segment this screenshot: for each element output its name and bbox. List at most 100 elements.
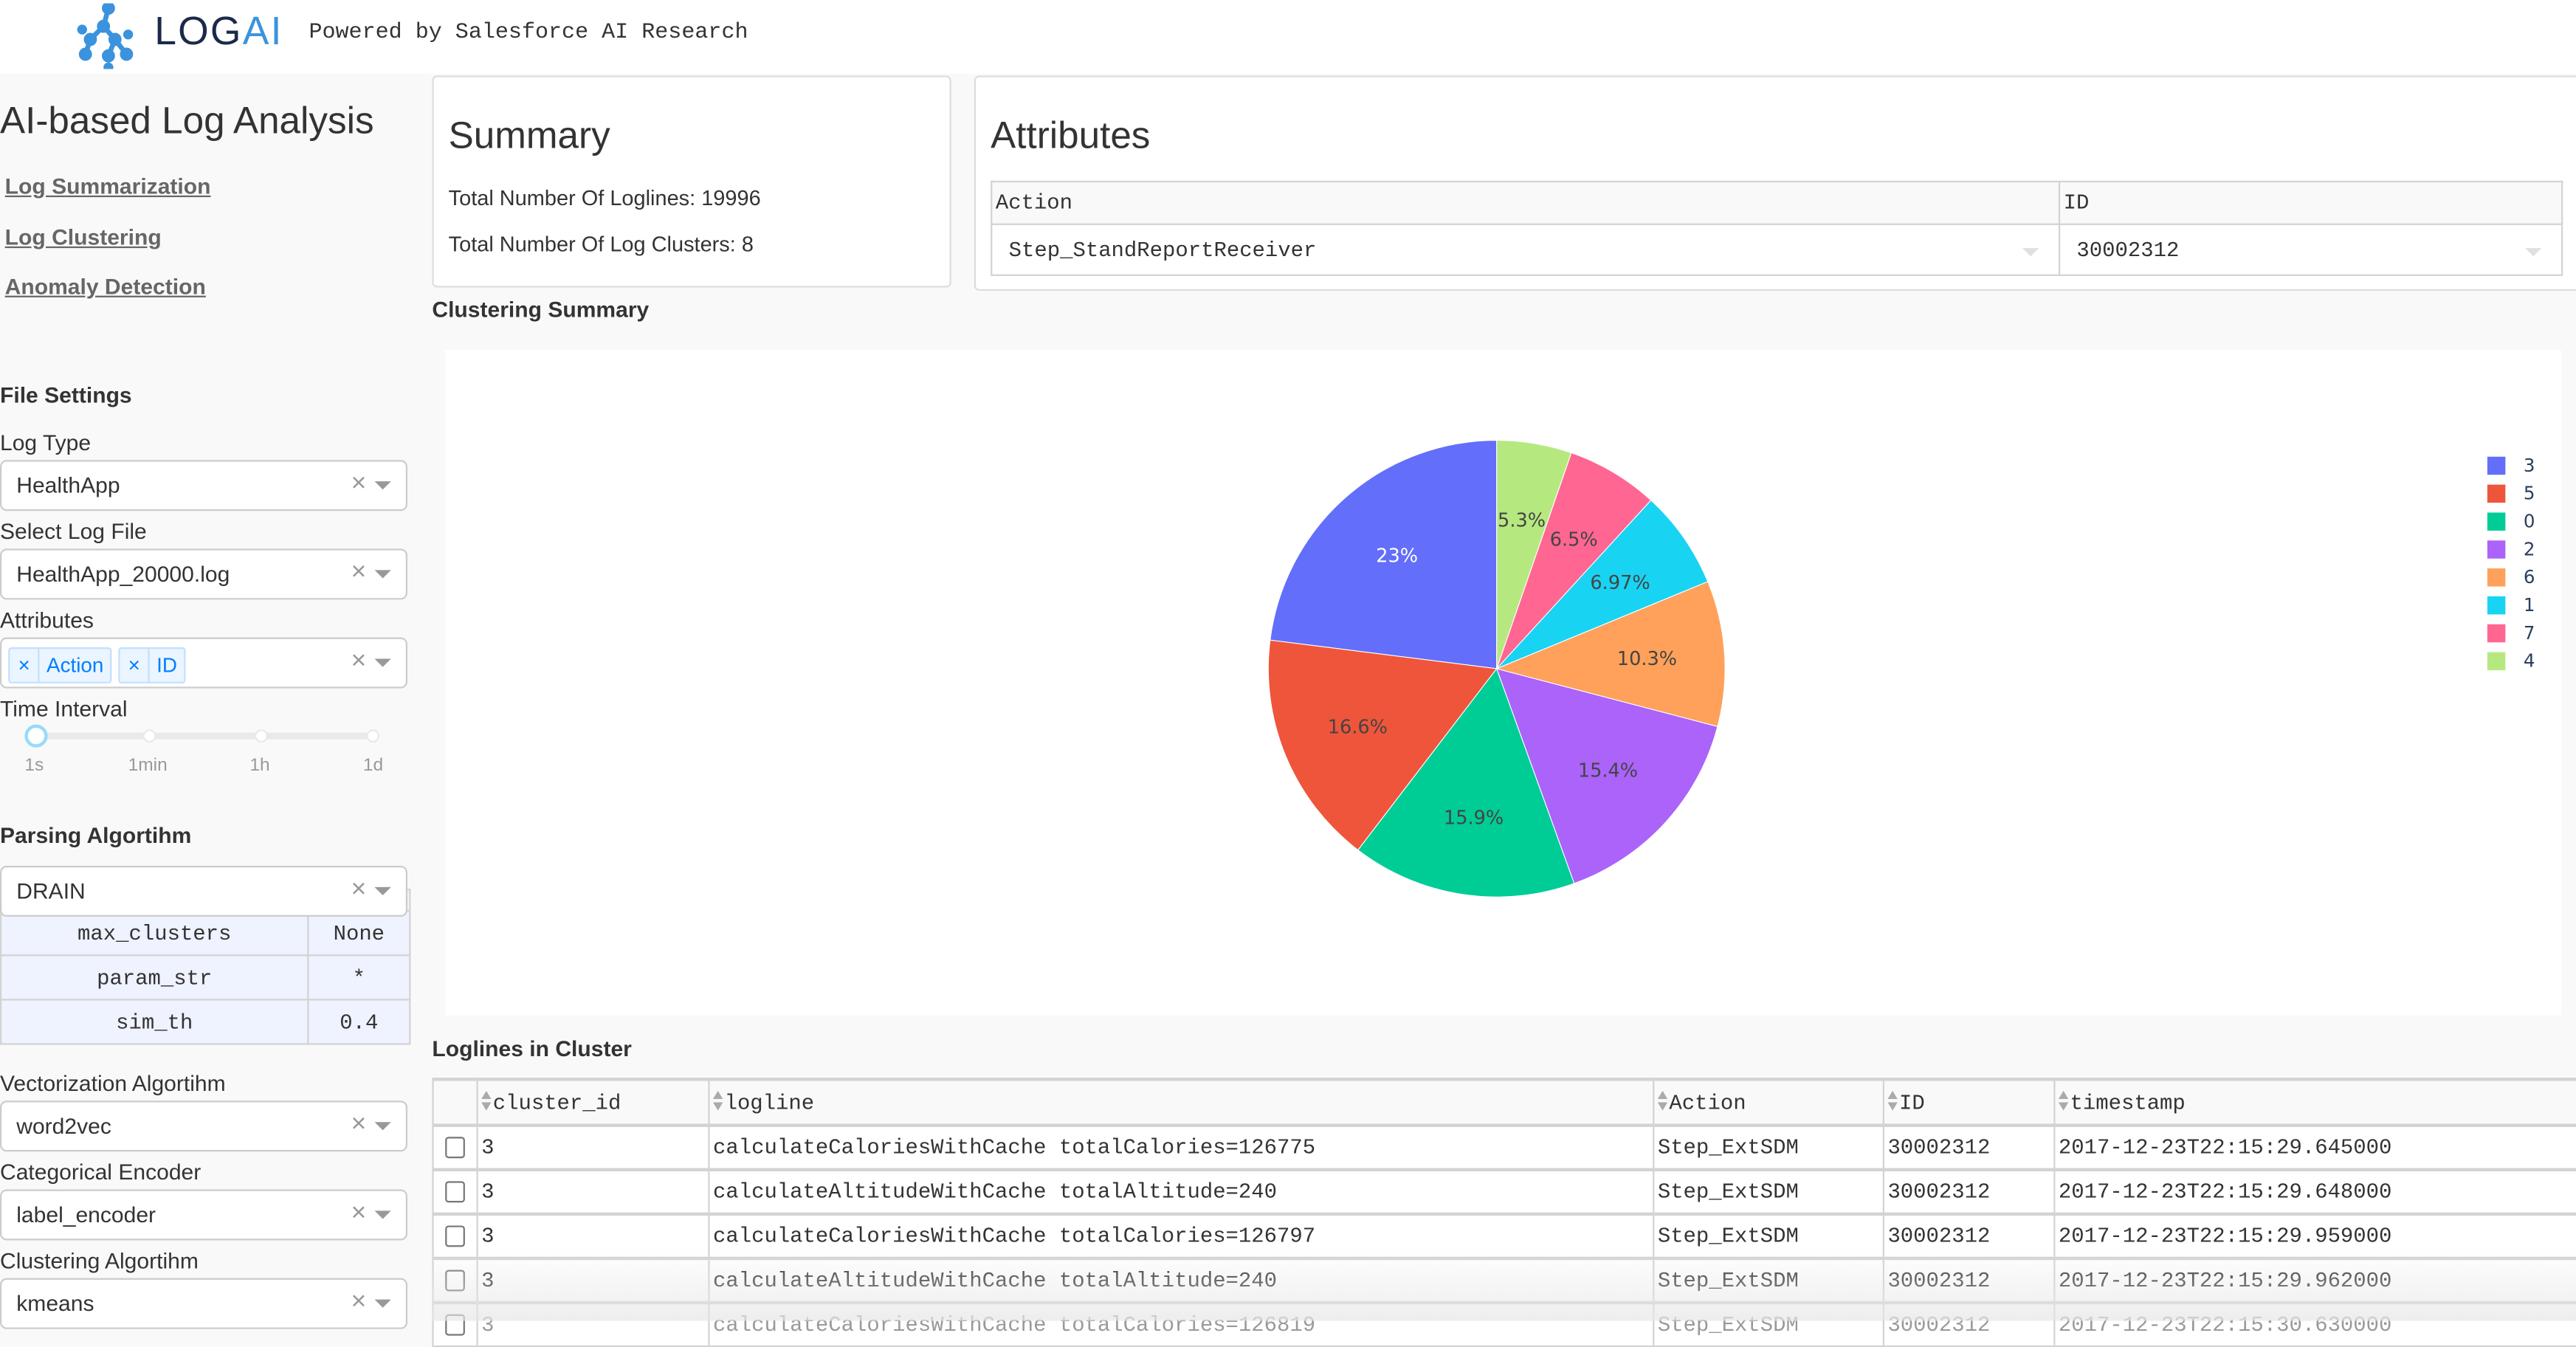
- cell-cluster-id: 3: [476, 1123, 710, 1171]
- powered-by-text: Powered by Salesforce AI Research: [309, 21, 748, 46]
- param-name[interactable]: sim_th: [0, 999, 309, 1045]
- slider-step-dot[interactable]: [142, 729, 156, 743]
- encoder-dropdown[interactable]: label_encoder ×: [0, 1189, 407, 1241]
- nav-log-summarization[interactable]: Log Summarization: [5, 174, 211, 199]
- row-checkbox[interactable]: [445, 1137, 465, 1159]
- vectorization-dropdown[interactable]: word2vec ×: [0, 1100, 407, 1152]
- clear-icon[interactable]: ×: [351, 470, 367, 500]
- log-file-dropdown[interactable]: HealthApp_20000.log ×: [0, 548, 407, 600]
- legend-item-6[interactable]: 6: [2487, 563, 2535, 591]
- row-checkbox[interactable]: [445, 1270, 465, 1292]
- sort-icon[interactable]: [2058, 1089, 2070, 1110]
- legend-item-7[interactable]: 7: [2487, 619, 2535, 647]
- col-logline[interactable]: logline: [708, 1078, 1655, 1126]
- select-column-header: [432, 1078, 478, 1126]
- chevron-down-icon[interactable]: [374, 1299, 391, 1308]
- legend-item-0[interactable]: 0: [2487, 508, 2535, 536]
- slider-mark[interactable]: 1h: [249, 756, 269, 776]
- param-value[interactable]: *: [307, 954, 411, 1001]
- slider-handle[interactable]: [24, 724, 48, 748]
- cell-timestamp: 2017-12-23T22:15:29.645000: [2053, 1123, 2576, 1171]
- legend-item-1[interactable]: 1: [2487, 591, 2535, 619]
- slider-step-dot[interactable]: [254, 729, 268, 743]
- table-row[interactable]: 3 calculateAltitudeWithCache totalAltitud…: [432, 1256, 2576, 1304]
- row-checkbox[interactable]: [445, 1225, 465, 1247]
- app-title: AI-based Log Analysis: [0, 98, 374, 142]
- slider-mark[interactable]: 1s: [24, 756, 44, 776]
- attr-id-select[interactable]: 30002312: [2058, 223, 2563, 276]
- remove-chip-icon[interactable]: ×: [120, 649, 151, 682]
- legend-swatch: [2487, 652, 2506, 671]
- log-type-dropdown[interactable]: HealthApp ×: [0, 460, 407, 511]
- clear-icon[interactable]: ×: [351, 1288, 367, 1317]
- slider-mark[interactable]: 1min: [128, 756, 168, 776]
- attributes-card: Attributes Action ID Step_StandReportRec…: [974, 75, 2576, 291]
- table-row[interactable]: 3 calculateAltitudeWithCache totalAltitud…: [432, 1168, 2576, 1215]
- sort-icon[interactable]: [481, 1089, 493, 1110]
- legend-item-5[interactable]: 5: [2487, 480, 2535, 508]
- table-row[interactable]: 3 calculateCaloriesWithCache totalCalorie…: [432, 1301, 2576, 1347]
- clear-icon[interactable]: ×: [351, 559, 367, 588]
- parsing-algorithm-dropdown[interactable]: DRAIN ×: [0, 865, 407, 917]
- cell-timestamp: 2017-12-23T22:15:29.648000: [2053, 1168, 2576, 1215]
- clear-icon[interactable]: ×: [351, 1111, 367, 1140]
- slider-step-dot[interactable]: [366, 729, 380, 743]
- row-checkbox[interactable]: [445, 1181, 465, 1203]
- clustering-algorithm-dropdown[interactable]: kmeans ×: [0, 1278, 407, 1329]
- col-cluster-id[interactable]: cluster_id: [476, 1078, 710, 1126]
- cell-timestamp: 2017-12-23T22:15:29.962000: [2053, 1256, 2576, 1304]
- param-name[interactable]: param_str: [0, 954, 309, 1001]
- cell-logline: calculateAltitudeWithCache totalAltitude…: [708, 1256, 1655, 1304]
- legend-item-3[interactable]: 3: [2487, 452, 2535, 480]
- pie-label-3: 23%: [1376, 545, 1418, 568]
- chevron-down-icon[interactable]: [374, 481, 391, 490]
- clear-icon[interactable]: ×: [351, 875, 367, 905]
- legend-swatch: [2487, 456, 2506, 475]
- row-checkbox[interactable]: [445, 1314, 465, 1336]
- attributes-multiselect[interactable]: × Action × ID ×: [0, 637, 407, 689]
- col-id[interactable]: ID: [1882, 1078, 2056, 1126]
- chevron-down-icon[interactable]: [374, 1122, 391, 1131]
- nav-anomaly-detection[interactable]: Anomaly Detection: [5, 275, 206, 299]
- param-value[interactable]: 0.4: [307, 999, 411, 1045]
- remove-chip-icon[interactable]: ×: [10, 649, 41, 682]
- cell-cluster-id: 3: [476, 1256, 710, 1304]
- legend-label: 6: [2523, 566, 2535, 588]
- legend-swatch: [2487, 596, 2506, 615]
- chevron-down-icon[interactable]: [374, 886, 391, 896]
- cell-timestamp: 2017-12-23T22:15:30.630000: [2053, 1301, 2576, 1347]
- cell-timestamp: 2017-12-23T22:15:29.959000: [2053, 1212, 2576, 1260]
- nav-log-clustering[interactable]: Log Clustering: [5, 225, 162, 249]
- legend-item-4[interactable]: 4: [2487, 647, 2535, 675]
- legend-swatch: [2487, 484, 2506, 503]
- legend-item-2[interactable]: 2: [2487, 536, 2535, 564]
- sort-icon[interactable]: [1657, 1089, 1670, 1110]
- sort-icon[interactable]: [1887, 1089, 1899, 1110]
- time-interval-slider[interactable]: [34, 729, 380, 743]
- summary-card: Summary Total Number Of Loglines: 19996 …: [432, 75, 951, 288]
- attributes-label: Attributes: [0, 607, 94, 633]
- col-action[interactable]: Action: [1653, 1078, 1884, 1126]
- table-row[interactable]: 3 calculateCaloriesWithCache totalCalorie…: [432, 1212, 2576, 1260]
- chevron-down-icon[interactable]: [2525, 248, 2542, 257]
- clear-icon[interactable]: ×: [351, 1199, 367, 1229]
- cell-id: 30002312: [1882, 1123, 2056, 1171]
- chevron-down-icon[interactable]: [2022, 248, 2039, 257]
- param-name[interactable]: max_clusters: [0, 910, 309, 957]
- legend-label: 5: [2523, 483, 2535, 505]
- pie-label-5: 16.6%: [1328, 717, 1388, 739]
- chevron-down-icon[interactable]: [374, 570, 391, 579]
- slider-mark[interactable]: 1d: [363, 756, 383, 776]
- sort-icon[interactable]: [712, 1089, 725, 1110]
- cell-action: Step_ExtSDM: [1653, 1168, 1884, 1215]
- attr-action-select[interactable]: Step_StandReportReceiver: [991, 223, 2061, 276]
- attr-col-id: ID: [2058, 180, 2563, 225]
- param-value[interactable]: None: [307, 910, 411, 957]
- legend-label: 0: [2523, 511, 2535, 533]
- clear-icon[interactable]: ×: [351, 647, 367, 677]
- table-row[interactable]: 3 calculateCaloriesWithCache totalCalorie…: [432, 1123, 2576, 1171]
- col-timestamp[interactable]: timestamp: [2053, 1078, 2576, 1126]
- total-loglines: Total Number Of Loglines: 19996: [448, 185, 761, 210]
- chevron-down-icon[interactable]: [374, 658, 391, 667]
- chevron-down-icon[interactable]: [374, 1210, 391, 1219]
